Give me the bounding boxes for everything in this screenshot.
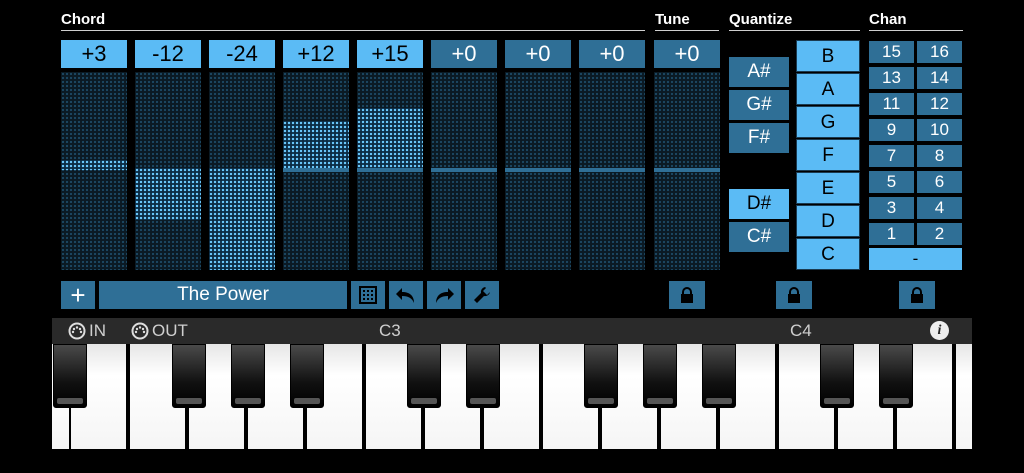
- channel-3[interactable]: 3: [869, 197, 914, 219]
- chord-interval-1[interactable]: +3: [61, 40, 127, 68]
- chord-interval-5[interactable]: +15: [357, 40, 423, 68]
- redo-button[interactable]: [427, 281, 461, 309]
- midi-port-icon: [68, 322, 86, 340]
- chord-divider: [61, 30, 645, 31]
- piano-black-key[interactable]: [231, 344, 265, 408]
- c3-label: C3: [379, 321, 401, 340]
- midi-out-button[interactable]: [131, 322, 149, 340]
- quantize-lock-button[interactable]: [776, 281, 812, 309]
- quantize-a-sharp[interactable]: A#: [729, 57, 789, 87]
- channel-9[interactable]: 9: [869, 119, 914, 141]
- channel-16[interactable]: 16: [917, 41, 962, 63]
- channel-6[interactable]: 6: [917, 171, 962, 193]
- quantize-f-sharp[interactable]: F#: [729, 123, 789, 153]
- lock-icon: [681, 287, 693, 303]
- piano-black-key[interactable]: [466, 344, 500, 408]
- settings-button[interactable]: [465, 281, 499, 309]
- lock-icon: [911, 287, 923, 303]
- tune-lock-button[interactable]: [669, 281, 705, 309]
- grid-icon: [359, 286, 377, 308]
- quantize-f[interactable]: F: [796, 139, 860, 171]
- chord-slider-7[interactable]: [505, 72, 571, 270]
- piano-black-key[interactable]: [172, 344, 206, 408]
- chord-slider-1[interactable]: [61, 72, 127, 270]
- channel-12[interactable]: 12: [917, 93, 962, 115]
- channel-11[interactable]: 11: [869, 93, 914, 115]
- quantize-divider: [729, 30, 860, 31]
- add-chord-button[interactable]: +: [61, 281, 95, 309]
- midi-in-button[interactable]: [68, 322, 86, 340]
- lock-icon: [788, 287, 800, 303]
- tune-section-title: Tune: [655, 11, 690, 28]
- quantize-b[interactable]: B: [796, 40, 860, 72]
- channel-1[interactable]: 1: [869, 223, 914, 245]
- quantize-c-sharp[interactable]: C#: [729, 222, 789, 252]
- chord-slider-6[interactable]: [431, 72, 497, 270]
- chord-interval-2[interactable]: -12: [135, 40, 201, 68]
- wrench-icon: [472, 287, 492, 309]
- quantize-a[interactable]: A: [796, 73, 860, 105]
- quantize-section-title: Quantize: [729, 11, 793, 28]
- channel-10[interactable]: 10: [917, 119, 962, 141]
- piano-black-key[interactable]: [820, 344, 854, 408]
- chord-section-title: Chord: [61, 11, 106, 28]
- chord-slider-8[interactable]: [579, 72, 645, 270]
- redo-icon: [433, 288, 455, 309]
- quantize-d[interactable]: D: [796, 205, 860, 237]
- midi-in-label: IN: [89, 321, 106, 340]
- piano-black-key[interactable]: [879, 344, 913, 408]
- piano-black-key[interactable]: [290, 344, 324, 408]
- piano-black-key[interactable]: [643, 344, 677, 408]
- channel-4[interactable]: 4: [917, 197, 962, 219]
- chan-divider: [869, 30, 963, 31]
- channel-5[interactable]: 5: [869, 171, 914, 193]
- chan-section-title: Chan: [869, 11, 907, 28]
- channel-7[interactable]: 7: [869, 145, 914, 167]
- channel-all-button[interactable]: -: [869, 248, 962, 270]
- undo-button[interactable]: [389, 281, 423, 309]
- channel-14[interactable]: 14: [917, 67, 962, 89]
- tune-slider[interactable]: [654, 72, 720, 270]
- grid-button[interactable]: [351, 281, 385, 309]
- c4-label: C4: [790, 321, 812, 340]
- info-icon[interactable]: i: [930, 321, 949, 340]
- quantize-c[interactable]: C: [796, 238, 860, 270]
- chord-slider-4[interactable]: [283, 72, 349, 270]
- preset-name[interactable]: The Power: [99, 281, 347, 309]
- channel-15[interactable]: 15: [869, 41, 914, 63]
- tune-divider: [655, 30, 719, 31]
- channel-8[interactable]: 8: [917, 145, 962, 167]
- piano-black-key[interactable]: [407, 344, 441, 408]
- piano-black-key[interactable]: [702, 344, 736, 408]
- chord-interval-8[interactable]: +0: [579, 40, 645, 68]
- quantize-g-sharp[interactable]: G#: [729, 90, 789, 120]
- midi-out-label: OUT: [152, 321, 188, 340]
- tune-value[interactable]: +0: [654, 40, 720, 68]
- piano-black-key[interactable]: [584, 344, 618, 408]
- chan-lock-button[interactable]: [899, 281, 935, 309]
- chord-interval-7[interactable]: +0: [505, 40, 571, 68]
- quantize-d-sharp[interactable]: D#: [729, 189, 789, 219]
- chord-interval-4[interactable]: +12: [283, 40, 349, 68]
- midi-port-icon: [131, 322, 149, 340]
- chord-interval-3[interactable]: -24: [209, 40, 275, 68]
- chord-slider-3[interactable]: [209, 72, 275, 270]
- undo-icon: [395, 288, 417, 309]
- quantize-e[interactable]: E: [796, 172, 860, 204]
- chord-slider-2[interactable]: [135, 72, 201, 270]
- chord-interval-6[interactable]: +0: [431, 40, 497, 68]
- keyboard-header: [52, 318, 972, 344]
- piano-black-key[interactable]: [53, 344, 87, 408]
- channel-2[interactable]: 2: [917, 223, 962, 245]
- channel-13[interactable]: 13: [869, 67, 914, 89]
- quantize-g[interactable]: G: [796, 106, 860, 138]
- piano-white-key[interactable]: [956, 344, 972, 449]
- chord-slider-5[interactable]: [357, 72, 423, 270]
